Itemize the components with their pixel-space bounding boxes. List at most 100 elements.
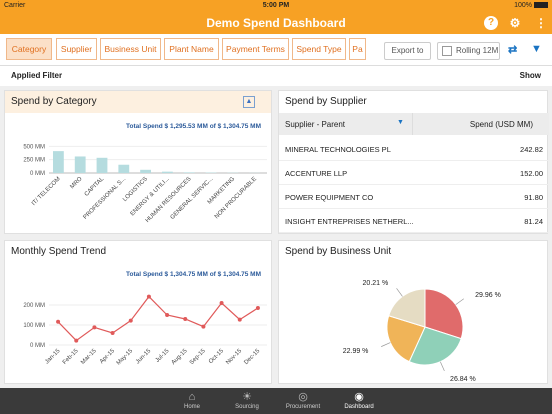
table-row[interactable]: ACCENTURE LLP 152.00	[279, 161, 549, 185]
bar	[96, 157, 108, 173]
x-tick-label: NON PROCURABLE	[214, 176, 258, 220]
x-tick-label: Jul-15	[155, 348, 171, 364]
slice-label: 26.84 %	[450, 376, 476, 383]
total-spend-label: Total Spend $ 1,295.53 MM of $ 1,304.75 …	[126, 123, 261, 130]
category-bar-chart: 0 MM 250 MM 500 MM IT/ TELECOM MRO CAPITALPRO…	[23, 144, 267, 224]
chevron-down-icon[interactable]: ▼	[397, 119, 404, 126]
spend-by-category-card: Spend by Category ▲ Total Spend $ 1,295.…	[4, 90, 272, 234]
data-point	[201, 324, 206, 329]
rolling-checkbox[interactable]	[442, 46, 452, 56]
tab-dashboard-label: Dashboard	[344, 404, 374, 410]
table-row[interactable]: MINERAL TECHNOLOGIES PL 242.82	[279, 137, 549, 161]
tab-business-unit[interactable]: Business Unit	[100, 38, 161, 60]
y-tick-label: 200 MM	[23, 303, 45, 309]
help-icon[interactable]: ?	[484, 16, 498, 30]
total-spend-label: Total Spend $ 1,304.75 MM of $ 1,304.75 …	[126, 271, 261, 278]
series-line	[57, 295, 259, 342]
supplier-grid-header: Supplier - Parent ▼ Spend (USD MM)	[279, 113, 549, 135]
tab-procurement[interactable]: ◎ Procurement	[273, 388, 333, 414]
x-tick-label: Dec-15	[243, 348, 261, 366]
x-tick-label: Aug-15	[171, 348, 189, 366]
tab-home[interactable]: ⌂ Home	[162, 388, 222, 414]
tab-sourcing-label: Sourcing	[235, 404, 259, 410]
show-button[interactable]: Show	[520, 71, 541, 80]
label-leader	[381, 342, 391, 347]
dashboard-icon: ◉	[354, 391, 364, 403]
card-title: Spend by Category	[5, 91, 271, 113]
data-point	[219, 301, 224, 305]
column-header-spend[interactable]: Spend (USD MM)	[470, 120, 533, 129]
bottom-tab-bar: ⌂ Home ☀ Sourcing ◎ Procurement ◉ Dashboard	[0, 388, 552, 414]
x-tick-label: Nov-15	[225, 348, 243, 366]
tab-sourcing[interactable]: ☀ Sourcing	[217, 388, 277, 414]
supplier-spend: 81.24	[524, 217, 543, 226]
bar	[162, 171, 173, 173]
column-header-supplier[interactable]: Supplier - Parent	[285, 120, 345, 129]
card-title: Spend by Business Unit	[285, 246, 392, 257]
monthly-spend-trend-card: Monthly Spend Trend Total Spend $ 1,304.…	[4, 240, 272, 384]
filter-icon[interactable]: ▼	[531, 43, 542, 55]
data-point	[183, 317, 188, 321]
tab-category[interactable]: Category	[6, 38, 52, 60]
tab-home-label: Home	[183, 404, 200, 410]
tab-spend-type[interactable]: Spend Type	[292, 38, 346, 60]
label-leader	[440, 361, 445, 372]
bar	[183, 172, 195, 173]
data-point	[255, 306, 260, 310]
more-vertical-icon[interactable]: ⋮	[534, 16, 548, 30]
x-tick-label: Sep-15	[189, 348, 207, 366]
swap-icon[interactable]: ⇄	[508, 43, 517, 56]
supplier-name: INSIGHT ENTREPRISES NETHERL...	[285, 217, 414, 226]
battery-indicator: 100%	[514, 2, 548, 9]
label-leader	[396, 288, 403, 297]
tab-overflow[interactable]: Pa	[349, 38, 366, 60]
slice-label: 22.99 %	[343, 348, 369, 355]
data-point	[74, 338, 79, 343]
slice-label: 29.96 %	[475, 292, 501, 299]
tab-supplier[interactable]: Supplier	[56, 38, 97, 60]
tab-plant-name[interactable]: Plant Name	[164, 38, 219, 60]
title-bar: Demo Spend Dashboard ? ⚙ ⋮	[0, 12, 552, 34]
clock: 5:00 PM	[262, 2, 290, 9]
label-leader	[455, 298, 465, 305]
collapse-icon[interactable]: ▲	[243, 96, 255, 108]
x-tick-label: Oct-15	[208, 348, 225, 365]
business-unit-pie-chart: 29.96 % 26.84 % 22.99 % 20.21 %	[343, 280, 501, 383]
rolling-12m-toggle[interactable]: Rolling 12M	[437, 42, 500, 60]
y-tick-label: 250 MM	[23, 158, 45, 164]
battery-percent: 100%	[514, 2, 532, 9]
data-point	[92, 325, 97, 330]
tab-dashboard[interactable]: ◉ Dashboard	[329, 388, 389, 414]
sourcing-icon: ☀	[242, 391, 252, 403]
x-tick-label: Apr-15	[99, 348, 116, 365]
spend-by-business-unit-card: Spend by Business Unit 29.96 % 26.84 % 22.…	[278, 240, 548, 384]
home-icon: ⌂	[188, 391, 196, 403]
supplier-spend: 242.82	[520, 145, 543, 154]
gear-icon[interactable]: ⚙	[508, 16, 522, 30]
x-tick-label: MRO	[69, 176, 83, 190]
bar	[118, 164, 130, 173]
column-divider	[412, 113, 413, 135]
x-tick-label: Jan-15	[44, 348, 62, 366]
applied-filter-bar: Applied Filter Show	[0, 66, 552, 86]
battery-icon	[534, 2, 548, 9]
procurement-icon: ◎	[298, 391, 308, 403]
tab-procurement-label: Procurement	[285, 404, 321, 410]
x-tick-label: IT/ TELECOM	[31, 176, 62, 207]
supplier-name: MINERAL TECHNOLOGIES PL	[285, 145, 391, 154]
table-row[interactable]: POWER EQUIPMENT CO 91.80	[279, 185, 549, 209]
x-tick-label: PROFESSIONAL S...	[83, 176, 128, 221]
x-tick-label: Jun-15	[135, 348, 153, 366]
y-tick-label: 0 MM	[30, 343, 45, 349]
table-row[interactable]: INSIGHT ENTREPRISES NETHERL... 81.24	[279, 209, 549, 233]
data-point	[110, 331, 115, 335]
bar	[74, 156, 86, 173]
card-title: Spend by Supplier	[285, 96, 367, 107]
x-tick-label: ENERGY & UTILI...	[130, 176, 171, 217]
page-title: Demo Spend Dashboard	[206, 16, 346, 30]
y-tick-label: 100 MM	[23, 323, 45, 329]
export-button[interactable]: Export to	[384, 42, 431, 60]
x-tick-label: May-15	[116, 348, 135, 367]
data-point	[237, 317, 242, 322]
tab-payment-terms[interactable]: Payment Terms	[222, 38, 289, 60]
